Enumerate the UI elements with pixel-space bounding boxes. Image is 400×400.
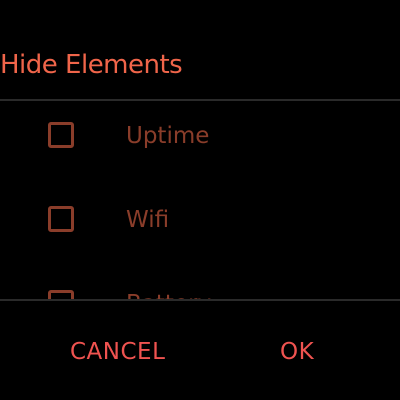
list-item-uptime[interactable]: Uptime [0,101,400,185]
element-list[interactable]: Uptime Wifi Battery [0,101,400,299]
ok-button[interactable]: OK [280,336,314,368]
item-label: Uptime [126,123,210,149]
cancel-button[interactable]: CANCEL [70,336,165,368]
list-item-battery[interactable]: Battery [0,269,400,299]
checkbox-wifi[interactable] [48,206,74,232]
checkbox-uptime[interactable] [48,122,74,148]
item-label: Battery [126,288,211,299]
dialog-actions: CANCEL OK [0,301,400,400]
list-item-wifi[interactable]: Wifi [0,185,400,269]
checkbox-battery[interactable] [48,290,74,299]
dialog-title: Hide Elements [0,50,183,80]
hide-elements-dialog: Hide Elements Uptime Wifi Battery CANCEL… [0,0,400,400]
item-label: Wifi [126,207,170,233]
